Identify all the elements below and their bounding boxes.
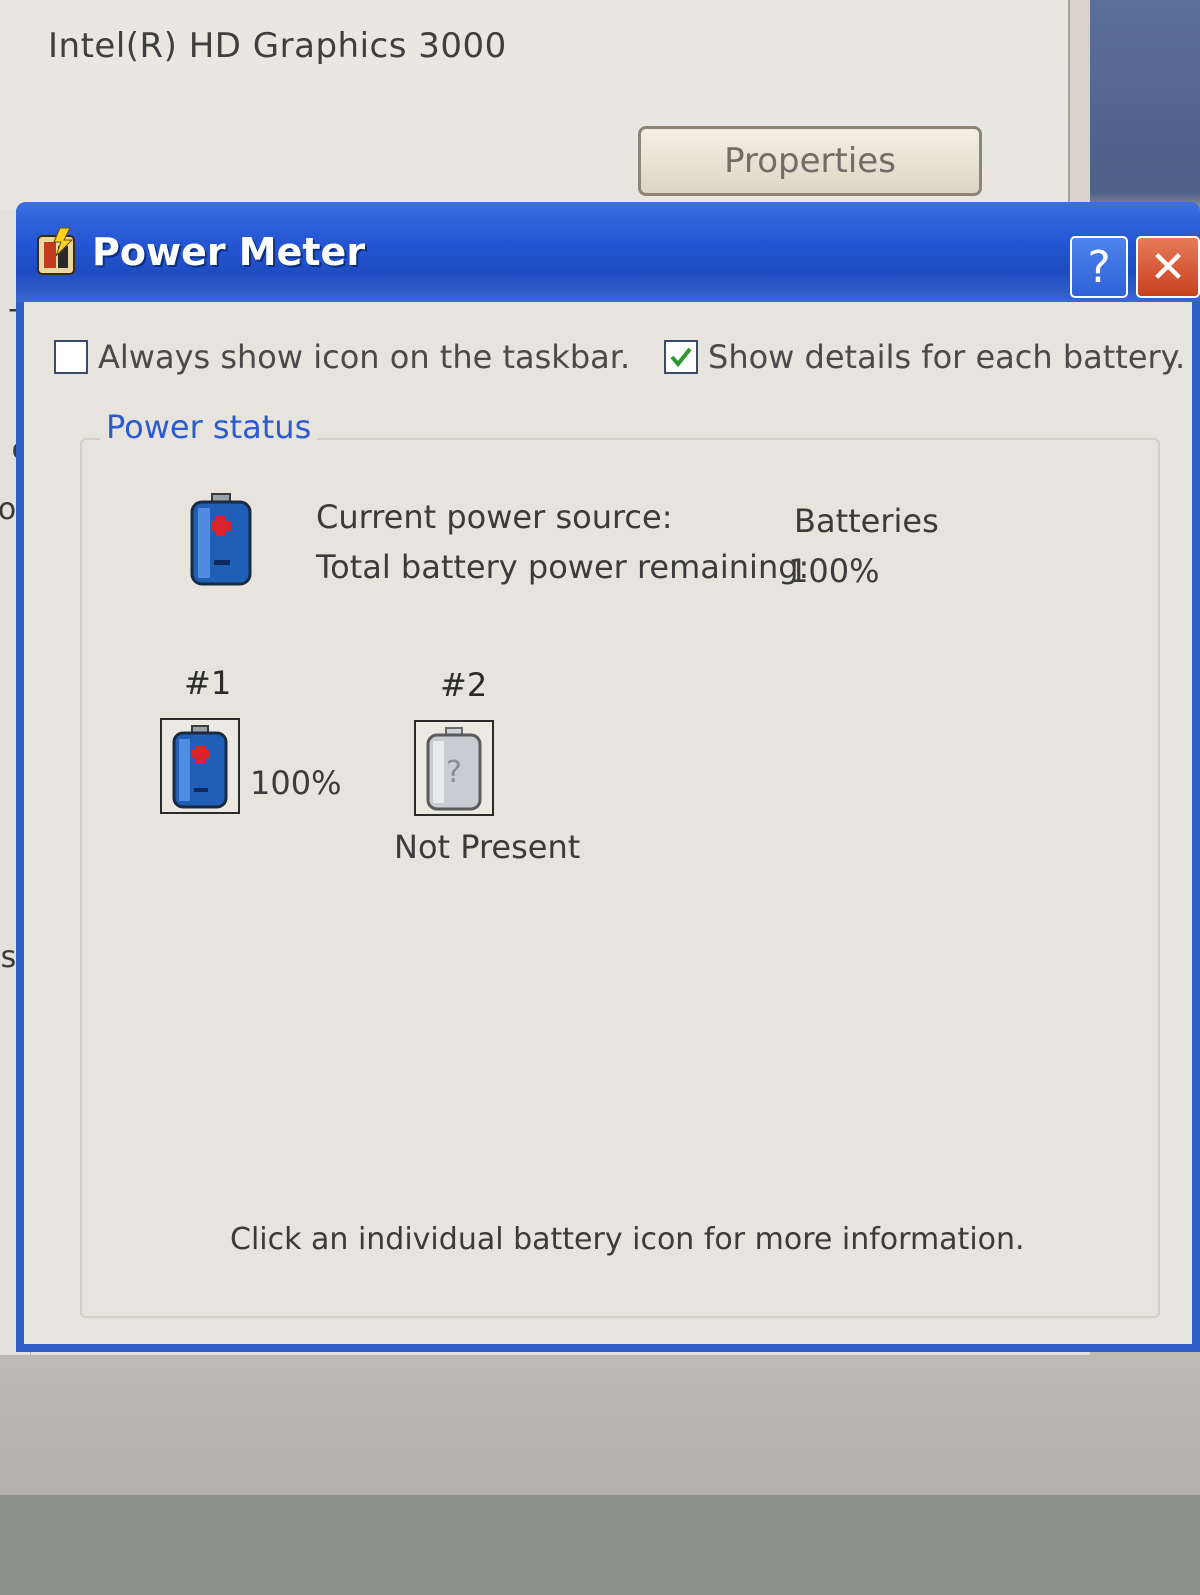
- background-window-edge: [1068, 0, 1092, 230]
- battery-1-button[interactable]: [160, 718, 240, 814]
- total-battery-remaining-label: Total battery power remaining:: [316, 548, 810, 586]
- dialog-titlebar[interactable]: Power Meter ? ✕: [16, 202, 1200, 302]
- show-details-label[interactable]: Show details for each battery.: [708, 338, 1185, 376]
- battery-2-button[interactable]: ?: [414, 720, 494, 816]
- power-meter-icon: [37, 227, 75, 275]
- dialog-title: Power Meter: [92, 230, 366, 274]
- always-show-icon-checkbox[interactable]: [54, 340, 88, 374]
- show-details-checkbox[interactable]: [664, 340, 698, 374]
- battery-1-percent: 100%: [250, 764, 342, 802]
- always-show-icon-label[interactable]: Always show icon on the taskbar.: [98, 338, 630, 376]
- battery-icon: [190, 493, 252, 586]
- always-show-icon-option[interactable]: Always show icon on the taskbar.: [54, 338, 630, 376]
- battery-1-number: #1: [184, 664, 232, 702]
- close-button[interactable]: ✕: [1136, 236, 1200, 298]
- current-power-source-label: Current power source:: [316, 498, 673, 536]
- power-status-title: Power status: [100, 408, 318, 446]
- battery-2-number: #2: [440, 666, 488, 704]
- battery-not-present-icon: ?: [426, 727, 482, 811]
- help-button[interactable]: ?: [1070, 236, 1128, 298]
- svg-text:?: ?: [446, 755, 462, 790]
- battery-icon: [172, 725, 228, 809]
- background-taskbar-area: [0, 1495, 1200, 1595]
- properties-button[interactable]: Properties: [638, 126, 982, 196]
- total-battery-remaining-value: 100%: [788, 552, 880, 590]
- checkmark-icon: [670, 347, 692, 368]
- current-power-source-value: Batteries: [794, 502, 939, 540]
- show-details-option[interactable]: Show details for each battery.: [664, 338, 1185, 376]
- background-device-name: Intel(R) HD Graphics 3000: [48, 26, 507, 66]
- battery-2-status: Not Present: [394, 828, 581, 866]
- hint-text: Click an individual battery icon for mor…: [230, 1222, 1025, 1257]
- power-meter-dialog: Power Meter ? ✕ Always show icon on the …: [16, 202, 1200, 1352]
